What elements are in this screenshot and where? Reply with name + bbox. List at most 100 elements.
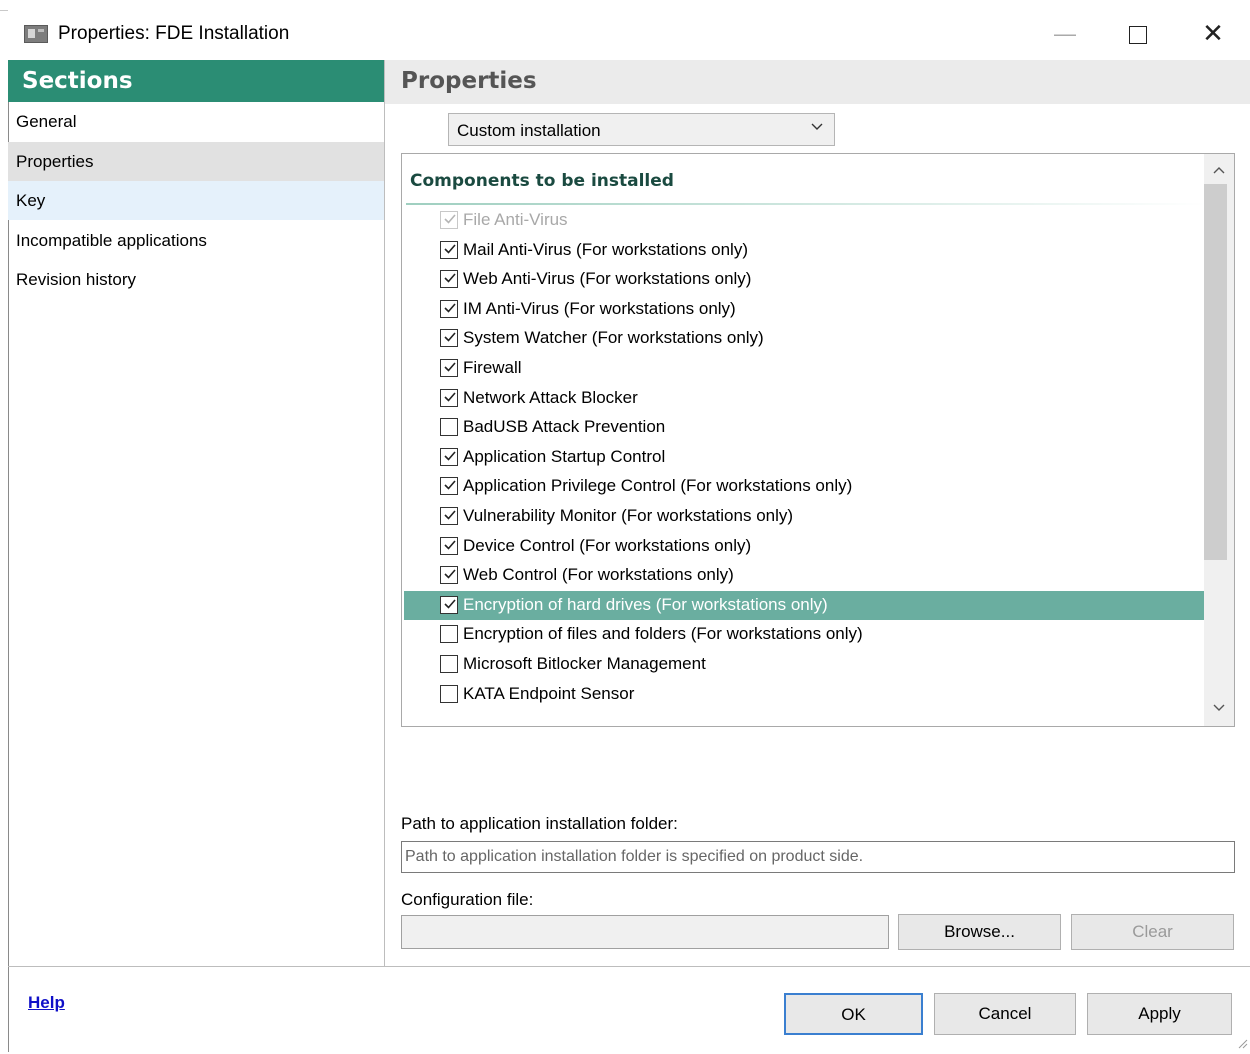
component-label: Microsoft Bitlocker Management: [463, 654, 706, 673]
checkmark-icon: [443, 212, 456, 226]
minimize-button[interactable]: —: [1045, 18, 1085, 52]
sidebar-item-label: Revision history: [16, 270, 136, 289]
component-label: Application Privilege Control (For works…: [463, 476, 853, 496]
components-heading: Components to be installed: [410, 171, 674, 191]
help-link[interactable]: Help: [28, 993, 65, 1013]
window-title: Properties: FDE Installation: [58, 23, 290, 44]
vertical-scrollbar[interactable]: [1204, 154, 1234, 726]
config-file-field[interactable]: [401, 915, 889, 949]
component-row[interactable]: Encryption of hard drives (For workstati…: [404, 590, 1204, 620]
checkmark-icon: [443, 567, 456, 581]
component-row[interactable]: Application Privilege Control (For works…: [404, 472, 1204, 501]
heading-underline: [406, 203, 1206, 205]
sidebar-item-label: Properties: [16, 151, 94, 171]
checkbox-unchecked[interactable]: [440, 655, 458, 673]
checkbox-unchecked[interactable]: [440, 684, 458, 703]
sidebar-item-key[interactable]: Key: [8, 181, 384, 220]
browse-button[interactable]: Browse...: [898, 914, 1061, 950]
sidebar-item-revision-history[interactable]: Revision history: [8, 260, 384, 299]
checkmark-icon: [443, 271, 456, 285]
checkbox-checked[interactable]: [440, 536, 458, 555]
pane-divider: [384, 60, 385, 966]
scroll-down-icon[interactable]: [1212, 700, 1226, 716]
install-path-value: Path to application installation folder …: [405, 848, 864, 865]
component-label: Application Startup Control: [463, 446, 666, 466]
scroll-up-icon[interactable]: [1212, 162, 1226, 178]
properties-header: Properties: [385, 60, 1250, 104]
component-row[interactable]: Web Control (For workstations only): [404, 561, 1204, 590]
component-label: File Anti-Virus: [463, 210, 568, 229]
sidebar-item-properties[interactable]: Properties: [8, 141, 384, 181]
component-row[interactable]: Web Anti-Virus (For workstations only): [404, 265, 1204, 294]
component-label: BadUSB Attack Prevention: [463, 417, 666, 437]
component-row[interactable]: Firewall: [404, 354, 1204, 383]
checkbox-checked[interactable]: [440, 240, 458, 259]
cancel-button[interactable]: Cancel: [934, 993, 1076, 1035]
component-row[interactable]: Device Control (For workstations only): [404, 532, 1204, 561]
component-label: KATA Endpoint Sensor: [463, 683, 635, 703]
sidebar-item-label: General: [16, 112, 77, 131]
clear-button[interactable]: Clear: [1071, 914, 1234, 950]
component-row[interactable]: Network Attack Blocker: [404, 384, 1204, 413]
properties-heading: Properties: [401, 68, 537, 94]
checkmark-icon: [443, 301, 456, 315]
sidebar-item-label: Incompatible applications: [16, 230, 207, 250]
close-button[interactable]: ✕: [1193, 16, 1233, 50]
scrollbar-thumb[interactable]: [1204, 184, 1227, 560]
component-label: Network Attack Blocker: [463, 387, 638, 407]
component-label: Device Control (For workstations only): [463, 535, 752, 555]
component-row[interactable]: System Watcher (For workstations only): [404, 324, 1204, 353]
config-file-label: Configuration file:: [401, 890, 534, 909]
checkbox-unchecked[interactable]: [440, 625, 458, 644]
checkmark-icon: [443, 330, 456, 344]
checkbox-checked[interactable]: [440, 270, 458, 289]
component-label: Mail Anti-Virus (For workstations only): [463, 239, 748, 259]
component-label: Vulnerability Monitor (For workstations …: [463, 506, 794, 525]
component-row[interactable]: Encryption of files and folders (For wor…: [404, 620, 1204, 649]
installation-type-value: Custom installation: [457, 121, 601, 140]
checkbox-checked[interactable]: [440, 507, 458, 525]
checkbox-checked[interactable]: [440, 447, 458, 466]
checkbox-checked[interactable]: [440, 595, 458, 614]
ok-button[interactable]: OK: [784, 993, 923, 1035]
checkmark-icon: [443, 597, 456, 611]
checkmark-icon: [443, 390, 456, 404]
apply-button[interactable]: Apply: [1087, 993, 1232, 1035]
components-list[interactable]: Components to be installed File Anti-Vir…: [401, 153, 1235, 727]
checkmark-icon: [443, 360, 456, 374]
sidebar-item-general[interactable]: General: [8, 102, 384, 141]
component-row[interactable]: Application Startup Control: [404, 443, 1204, 472]
component-row[interactable]: Microsoft Bitlocker Management: [404, 650, 1204, 679]
install-path-label: Path to application installation folder:: [401, 814, 678, 833]
sidebar-item-incompatible-applications[interactable]: Incompatible applications: [8, 221, 384, 260]
install-path-field[interactable]: Path to application installation folder …: [401, 841, 1235, 873]
component-row[interactable]: KATA Endpoint Sensor: [404, 680, 1204, 709]
installation-type-dropdown[interactable]: Custom installation: [448, 113, 835, 146]
checkbox-unchecked[interactable]: [440, 418, 458, 437]
component-row[interactable]: IM Anti-Virus (For workstations only): [404, 295, 1204, 324]
component-label: IM Anti-Virus (For workstations only): [463, 298, 736, 318]
component-row[interactable]: BadUSB Attack Prevention: [404, 413, 1204, 442]
resize-grip-icon[interactable]: [1236, 1036, 1248, 1049]
checkmark-icon: [443, 478, 456, 492]
component-label: Encryption of hard drives (For workstati…: [463, 594, 828, 614]
checkbox-checked[interactable]: [440, 329, 458, 348]
chevron-down-icon: [810, 120, 824, 139]
checkbox-checked: [440, 211, 458, 229]
sidebar-item-label: Key: [16, 191, 46, 210]
maximize-button[interactable]: [1117, 18, 1157, 52]
component-row[interactable]: File Anti-Virus: [404, 206, 1204, 235]
sections-header: Sections: [8, 60, 384, 102]
checkbox-checked[interactable]: [440, 477, 458, 496]
component-label: Firewall: [463, 358, 522, 377]
component-label: Encryption of files and folders (For wor…: [463, 624, 863, 644]
checkbox-checked[interactable]: [440, 566, 458, 585]
checkmark-icon: [443, 449, 456, 463]
app-window-icon: [24, 25, 48, 43]
checkbox-checked[interactable]: [440, 299, 458, 318]
component-label: System Watcher (For workstations only): [463, 328, 764, 348]
component-row[interactable]: Vulnerability Monitor (For workstations …: [404, 502, 1204, 531]
checkbox-checked[interactable]: [440, 359, 458, 377]
checkbox-checked[interactable]: [440, 388, 458, 407]
component-row[interactable]: Mail Anti-Virus (For workstations only): [404, 236, 1204, 265]
